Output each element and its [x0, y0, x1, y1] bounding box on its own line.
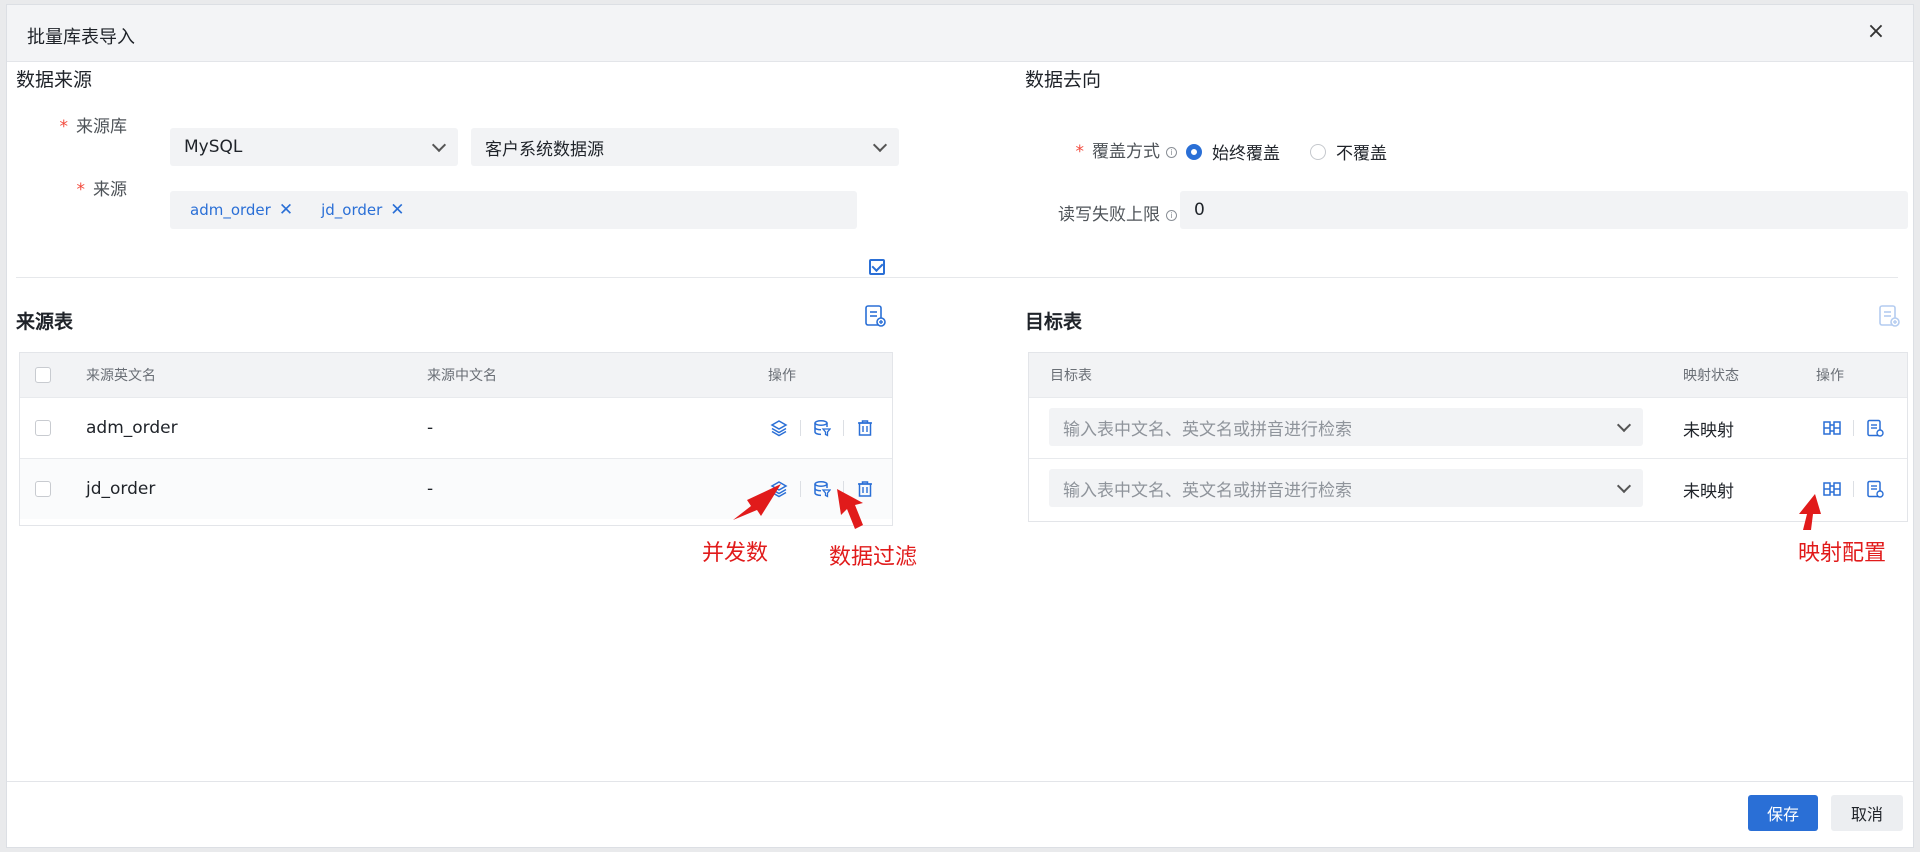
annotation-filter: 数据过滤: [829, 545, 918, 570]
radio-always-overwrite[interactable]: 始终覆盖: [1186, 139, 1280, 164]
mapping-status: 未映射: [1683, 420, 1734, 441]
layers-icon[interactable]: [770, 419, 788, 437]
target-table-select[interactable]: 输入表中文名、英文名或拼音进行检索: [1049, 408, 1643, 446]
chevron-down-icon: [1616, 478, 1632, 493]
col-ops: 操作: [1816, 368, 1844, 384]
chevron-down-icon: [1616, 417, 1632, 432]
row-cn-name: -: [427, 479, 434, 499]
limit-label: 读写失败上限 i: [1027, 200, 1177, 225]
cancel-button[interactable]: 取消: [1831, 795, 1903, 831]
header-checkbox[interactable]: [35, 367, 51, 383]
mapping-config-icon[interactable]: [1823, 480, 1841, 498]
table-row: 输入表中文名、英文名或拼音进行检索 未映射: [1029, 397, 1907, 458]
import-list-icon[interactable]: [864, 304, 886, 332]
row-ops: [1823, 480, 1884, 498]
table-detail-icon[interactable]: [1866, 480, 1884, 498]
annotation-concurrency: 并发数: [702, 541, 769, 566]
db-type-select[interactable]: MySQL: [170, 128, 458, 166]
target-table-title: 目标表: [1025, 311, 1083, 333]
db-name-select[interactable]: 客户系统数据源: [471, 128, 899, 166]
mapping-config-icon[interactable]: [1823, 419, 1841, 437]
col-target: 目标表: [1050, 368, 1092, 384]
table-row: 输入表中文名、英文名或拼音进行检索 未映射: [1029, 458, 1907, 519]
section-divider: [16, 277, 1898, 278]
dialog-header: 批量库表导入 ×: [7, 5, 1913, 62]
annotation-arrow-icon: [1799, 494, 1821, 530]
target-table-select[interactable]: 输入表中文名、英文名或拼音进行检索: [1049, 469, 1643, 507]
info-icon: i: [1166, 209, 1177, 221]
annotation-mapping: 映射配置: [1798, 541, 1887, 566]
import-list-icon: [1878, 304, 1900, 332]
trash-icon[interactable]: [856, 419, 874, 437]
tag-remove-icon[interactable]: ✕: [390, 200, 404, 220]
row-en-name: adm_order: [86, 418, 178, 438]
table-detail-icon[interactable]: [1866, 419, 1884, 437]
source-section-title: 数据来源: [16, 69, 93, 91]
row-checkbox[interactable]: [35, 481, 51, 497]
target-table-header: 目标表 映射状态 操作: [1029, 353, 1907, 397]
radio-unchecked-icon: [1310, 143, 1326, 160]
source-table-title: 来源表: [16, 311, 74, 333]
col-en-name: 来源英文名: [86, 368, 156, 384]
annotation-arrow-icon: [733, 484, 781, 520]
chevron-down-icon: [872, 137, 888, 152]
source-tag-input[interactable]: adm_order ✕ jd_order ✕: [170, 191, 857, 229]
table-row: adm_order -: [20, 397, 892, 458]
source-db-label: * 来源库: [59, 117, 128, 137]
mode-label: * 覆盖方式 i: [1027, 137, 1177, 162]
row-ops: [1823, 419, 1884, 437]
database-filter-icon[interactable]: [813, 480, 831, 498]
tag-adm-order: adm_order ✕: [190, 200, 294, 220]
dialog-title: 批量库表导入: [27, 27, 135, 48]
batch-import-dialog: 批量库表导入 × 数据来源 * 来源库 MySQL 客户系统数据源 * 来源 adm…: [6, 4, 1914, 848]
radio-checked-icon: [1186, 143, 1202, 160]
close-icon[interactable]: ×: [1865, 21, 1887, 43]
db-name-value: 客户系统数据源: [485, 139, 604, 160]
fail-limit-input[interactable]: 0: [1180, 191, 1908, 229]
col-mapping-status: 映射状态: [1683, 368, 1739, 384]
row-ops: [770, 419, 874, 437]
chevron-down-icon: [431, 137, 447, 152]
col-ops: 操作: [768, 368, 796, 384]
db-type-value: MySQL: [184, 137, 243, 157]
source-table-header: 来源英文名 来源中文名 操作: [20, 353, 892, 397]
info-icon: i: [1166, 146, 1177, 158]
dialog-footer: 保存 取消: [7, 781, 1913, 847]
annotation-arrow-icon: [837, 489, 863, 529]
target-table: 目标表 映射状态 操作 输入表中文名、英文名或拼音进行检索 未映射 输入表中文名…: [1028, 352, 1908, 522]
radio-no-overwrite[interactable]: 不覆盖: [1310, 139, 1387, 164]
source-label: * 来源: [76, 180, 128, 200]
row-en-name: jd_order: [86, 479, 156, 499]
mapping-status: 未映射: [1683, 481, 1734, 502]
row-checkbox[interactable]: [35, 420, 51, 436]
save-button[interactable]: 保存: [1748, 795, 1818, 831]
col-cn-name: 来源中文名: [427, 368, 497, 384]
select-all-checkbox-icon[interactable]: [869, 259, 885, 275]
database-filter-icon[interactable]: [813, 419, 831, 437]
row-cn-name: -: [427, 418, 434, 438]
tag-jd-order: jd_order ✕: [321, 200, 405, 220]
tag-remove-icon[interactable]: ✕: [279, 200, 293, 220]
target-section-title: 数据去向: [1025, 69, 1102, 91]
